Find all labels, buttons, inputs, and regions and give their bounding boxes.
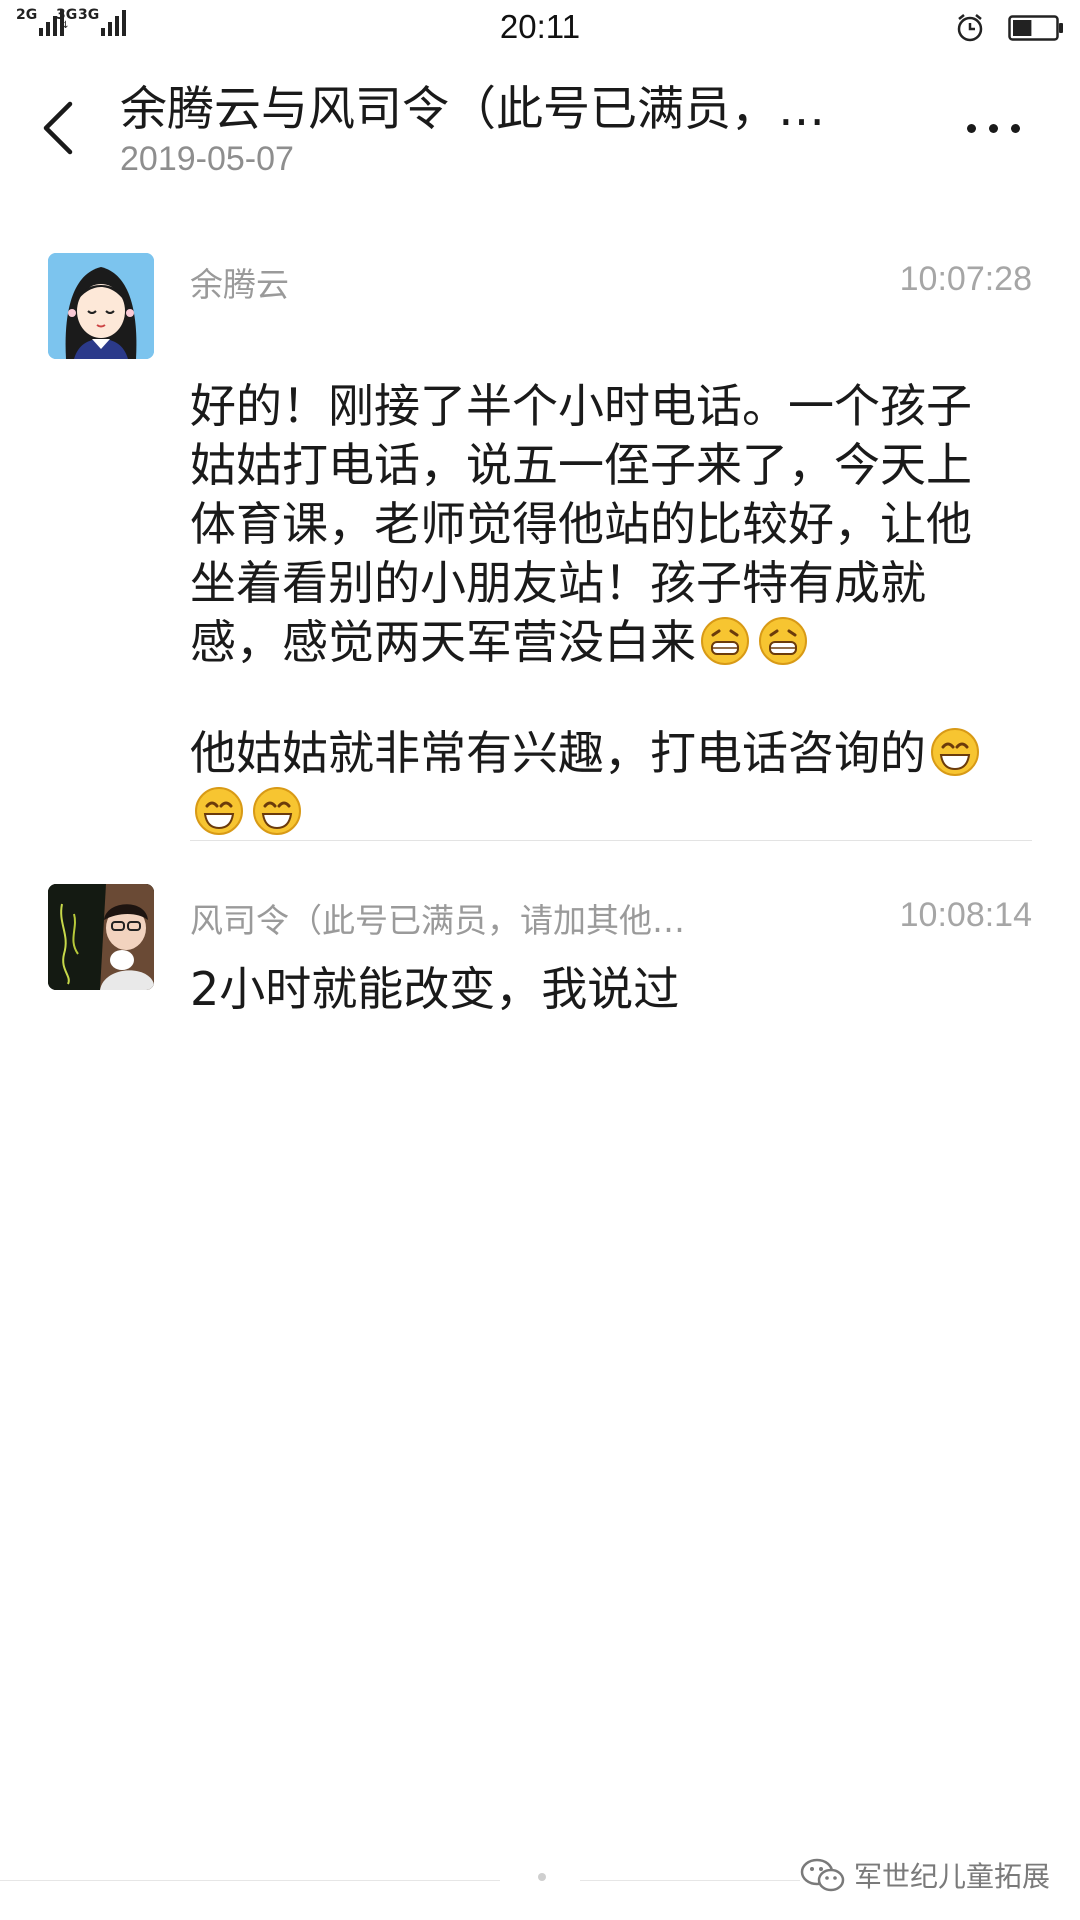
avatar[interactable] bbox=[48, 253, 154, 359]
laugh-emoji-icon bbox=[195, 787, 243, 835]
chat-title: 余腾云与风司令（此号已满员，… bbox=[120, 82, 825, 137]
wechat-logo-icon bbox=[800, 1858, 845, 1892]
laugh-emoji-icon bbox=[253, 787, 301, 835]
message-text[interactable]: 好的！刚接了半个小时电话。一个孩子姑姑打电话，说五一侄子来了，今天上体育课，老师… bbox=[190, 318, 1010, 672]
watermark-text: 军世纪儿童拓展 bbox=[854, 1860, 1051, 1893]
message-text[interactable]: 他姑姑就非常有兴趣，打电话咨询的 bbox=[190, 665, 1035, 842]
message-divider bbox=[190, 840, 1032, 841]
sender-name: 风司令（此号已满员，请加其他… bbox=[190, 901, 685, 940]
message-text[interactable]: 2小时就能改变，我说过 bbox=[190, 960, 1040, 1019]
status-bar: 2G 3G 3G ⇅ 20:11 bbox=[0, 0, 1080, 60]
status-time: 20:11 bbox=[499, 8, 581, 45]
message-time: 10:08:14 bbox=[899, 896, 1032, 934]
girl-avatar-icon bbox=[48, 253, 154, 359]
footer-divider bbox=[580, 1880, 800, 1881]
grin-emoji-icon bbox=[759, 617, 807, 665]
avatar[interactable] bbox=[48, 884, 154, 990]
battery-icon bbox=[1008, 15, 1063, 41]
sender-name: 余腾云 bbox=[190, 265, 289, 304]
message-time: 10:07:28 bbox=[899, 260, 1032, 298]
photo-avatar-icon bbox=[48, 884, 154, 990]
watermark: 军世纪儿童拓展 bbox=[800, 1855, 1050, 1895]
message-paragraph: 他姑姑就非常有兴趣，打电话咨询的 bbox=[190, 726, 926, 780]
page-indicator-dot bbox=[538, 1873, 546, 1881]
alarm-clock-icon bbox=[957, 14, 983, 42]
footer-divider bbox=[0, 1880, 500, 1881]
laugh-emoji-icon bbox=[931, 728, 979, 776]
message-paragraph: 好的！刚接了半个小时电话。一个孩子姑姑打电话，说五一侄子来了，今天上体育课，老师… bbox=[190, 379, 972, 669]
chat-detail-screen: 2G 3G 3G ⇅ 20:11 余腾云与风司令（此号已满员，… 2019-05… bbox=[0, 0, 1080, 1920]
chat-date: 2019-05-07 bbox=[120, 140, 294, 178]
back-arrow-icon[interactable] bbox=[38, 98, 78, 158]
grin-emoji-icon bbox=[701, 617, 749, 665]
more-options-icon[interactable] bbox=[965, 120, 1025, 136]
